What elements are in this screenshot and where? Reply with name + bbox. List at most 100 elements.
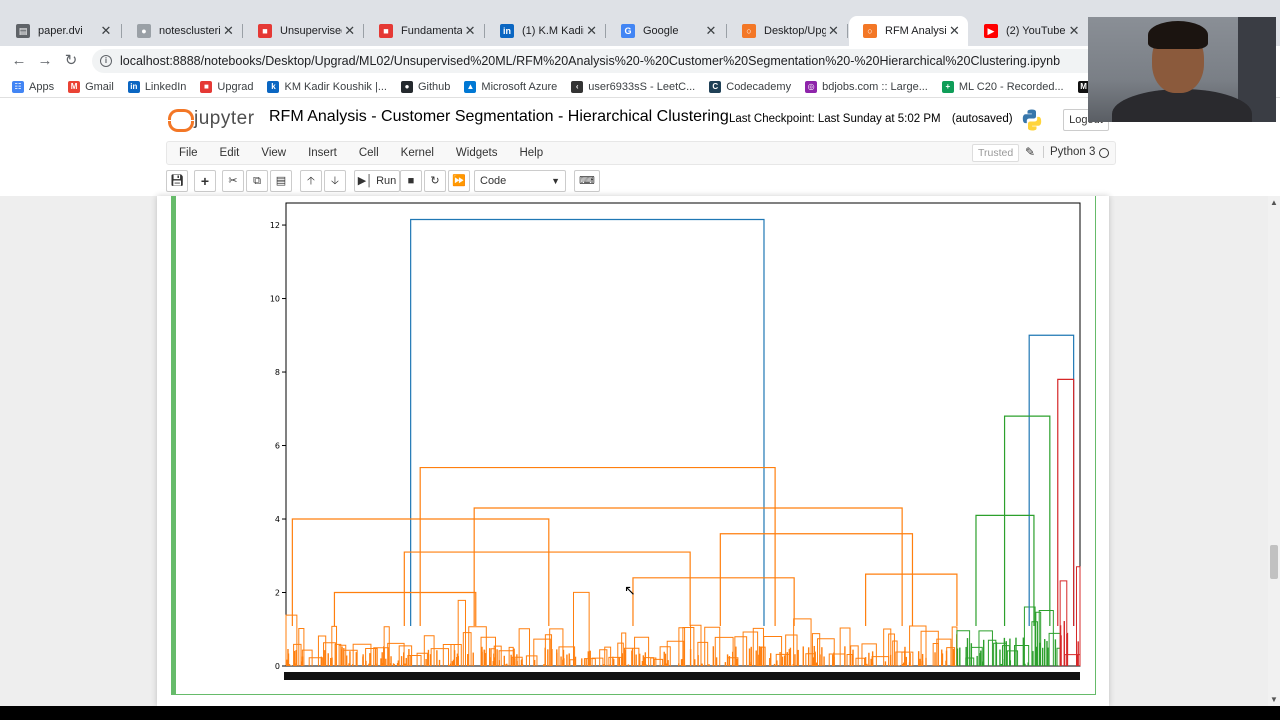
y-tick-label: 0 xyxy=(275,662,280,671)
tab-title: Google xyxy=(643,25,679,37)
plot-frame xyxy=(285,202,1081,667)
taskbar-strip xyxy=(0,706,1280,720)
bookmark-icon: k xyxy=(267,80,280,93)
bookmark-item[interactable]: ▲ Microsoft Azure xyxy=(464,80,557,93)
menu-cell[interactable]: Cell xyxy=(359,147,379,159)
bookmark-item[interactable]: ● Github xyxy=(401,80,450,93)
step-icon: ▶│ xyxy=(357,175,374,187)
scroll-down-icon[interactable]: ▼ xyxy=(1270,695,1278,704)
checkpoint-text: Last Checkpoint: Last Sunday at 5:02 PM xyxy=(729,113,941,125)
menu-edit[interactable]: Edit xyxy=(220,147,240,159)
back-arrow-icon[interactable]: ← xyxy=(10,52,28,70)
bookmark-item[interactable]: C Codecademy xyxy=(709,80,791,93)
trusted-badge[interactable]: Trusted xyxy=(972,144,1020,162)
cell-type-value: Code xyxy=(480,175,507,187)
bookmark-label: Apps xyxy=(29,80,55,93)
y-tick-label: 8 xyxy=(275,368,280,377)
tab-close-icon[interactable]: ✕ xyxy=(97,23,115,39)
pencil-icon[interactable]: ✎ xyxy=(1025,145,1035,159)
kernel-name[interactable]: Python 3 xyxy=(1043,146,1095,158)
bookmark-icon: ☷ xyxy=(12,80,24,93)
x-tick-label-band xyxy=(284,672,1080,680)
url-text: localhost:8888/notebooks/Desktop/Upgrad/… xyxy=(120,54,1061,68)
bookmark-icon: ● xyxy=(401,80,413,93)
y-tick-label: 10 xyxy=(270,295,280,304)
browser-tab[interactable]: ■ Unsupervised L✕ xyxy=(244,16,364,46)
y-tick-label: 2 xyxy=(275,589,280,598)
scroll-thumb[interactable] xyxy=(1270,545,1278,579)
copy-icon[interactable]: ⧉ xyxy=(246,170,268,192)
bookmark-item[interactable]: M Gmail xyxy=(68,80,114,93)
browser-tab[interactable]: ▶ (2) YouTube ✕ xyxy=(970,16,1090,46)
webcam-person-hair xyxy=(1148,21,1208,49)
jupyter-logo[interactable]: jupyter xyxy=(168,107,255,132)
webcam-person-body xyxy=(1112,89,1252,122)
cell-type-select[interactable]: Code ▼ xyxy=(474,170,566,192)
add-cell-icon[interactable]: + xyxy=(194,170,216,192)
tab-close-icon[interactable]: ✕ xyxy=(702,23,720,39)
menu-bar: File Edit View Insert Cell Kernel Widgets Help … xyxy=(166,141,1116,165)
tab-close-icon[interactable]: ✕ xyxy=(947,23,962,39)
tab-close-icon[interactable]: ✕ xyxy=(826,23,841,39)
python-logo-icon xyxy=(1022,109,1042,131)
webcam-overlay xyxy=(1088,17,1276,122)
browser-tab[interactable]: ○ RFM Analysis -✕ xyxy=(849,16,968,46)
browser-tab[interactable]: ■ Fundamentals✕ xyxy=(365,16,485,46)
page-scrollbar[interactable]: ▲ ▼ xyxy=(1268,196,1280,706)
move-down-icon[interactable]: 🡣 xyxy=(324,170,346,192)
bookmark-item[interactable]: ☷ Apps xyxy=(12,80,55,93)
bookmark-item[interactable]: ‹ user6933sS - LeetC... xyxy=(571,80,695,93)
menu-kernel[interactable]: Kernel xyxy=(401,147,434,159)
y-tick-label: 12 xyxy=(270,221,280,230)
bookmark-item[interactable]: k KM Kadir Koushik |... xyxy=(267,80,387,93)
bookmark-item[interactable]: in LinkedIn xyxy=(127,80,186,93)
forward-arrow-icon[interactable]: → xyxy=(36,52,54,70)
browser-tab[interactable]: ○ Desktop/Upgra✕ xyxy=(728,16,848,46)
tab-close-icon[interactable]: ✕ xyxy=(462,23,478,39)
tab-title: notesclustering xyxy=(159,25,221,37)
menu-insert[interactable]: Insert xyxy=(308,147,337,159)
menu-view[interactable]: View xyxy=(261,147,286,159)
notebook-title[interactable]: RFM Analysis - Customer Segmentation - H… xyxy=(269,108,729,126)
bookmark-label: Upgrad xyxy=(217,80,254,93)
menu-file[interactable]: File xyxy=(179,147,198,159)
tab-title: Unsupervised L xyxy=(280,25,343,37)
tab-title: Desktop/Upgra xyxy=(764,25,826,37)
bookmark-icon: M xyxy=(68,80,81,93)
stop-icon[interactable]: ■ xyxy=(400,170,422,192)
dendrogram-chart: 0 2 4 6 8 10 12 xyxy=(270,202,1081,680)
restart-icon[interactable]: ↻ xyxy=(424,170,446,192)
bookmark-label: KM Kadir Koushik |... xyxy=(284,80,387,93)
browser-tab[interactable]: ▤ paper.dvi ✕ xyxy=(2,16,122,46)
tab-title: Fundamentals xyxy=(401,25,463,37)
browser-tab[interactable]: G Google ✕ xyxy=(607,16,727,46)
browser-tab[interactable]: ● notesclustering✕ xyxy=(123,16,243,46)
address-bar[interactable]: i localhost:8888/notebooks/Desktop/Upgra… xyxy=(92,49,1262,73)
jupyter-wordmark: jupyter xyxy=(194,108,255,129)
tab-close-icon[interactable]: ✕ xyxy=(342,23,357,39)
cut-icon[interactable]: ✂ xyxy=(222,170,244,192)
tab-close-icon[interactable]: ✕ xyxy=(221,23,236,39)
browser-tab[interactable]: in (1) K.M Kadir K✕ xyxy=(486,16,606,46)
tab-favicon-icon: ▤ xyxy=(16,24,30,38)
jupyter-ring-icon xyxy=(168,107,194,132)
tab-favicon-icon: in xyxy=(500,24,514,38)
bookmark-item[interactable]: ◎ bdjobs.com :: Large... xyxy=(805,80,928,93)
scroll-up-icon[interactable]: ▲ xyxy=(1270,198,1278,207)
run-button[interactable]: ▶│ Run xyxy=(354,170,400,192)
bookmark-item[interactable]: ■ Upgrad xyxy=(200,80,254,93)
info-icon[interactable]: i xyxy=(100,55,112,67)
bookmark-icon: C xyxy=(709,80,722,93)
fast-forward-icon[interactable]: ⏩ xyxy=(448,170,470,192)
reload-icon[interactable]: ↻ xyxy=(62,52,80,70)
kernel-status-icon xyxy=(1099,148,1109,158)
save-icon[interactable]: 💾︎ xyxy=(166,170,188,192)
paste-icon[interactable]: ▤ xyxy=(270,170,292,192)
keyboard-icon[interactable]: ⌨ xyxy=(574,170,600,192)
menu-widgets[interactable]: Widgets xyxy=(456,147,498,159)
bookmark-item[interactable]: + ML C20 - Recorded... xyxy=(941,80,1064,93)
tab-close-icon[interactable]: ✕ xyxy=(584,23,599,39)
menu-help[interactable]: Help xyxy=(519,147,543,159)
tab-close-icon[interactable]: ✕ xyxy=(1065,23,1083,39)
move-up-icon[interactable]: 🡡 xyxy=(300,170,322,192)
